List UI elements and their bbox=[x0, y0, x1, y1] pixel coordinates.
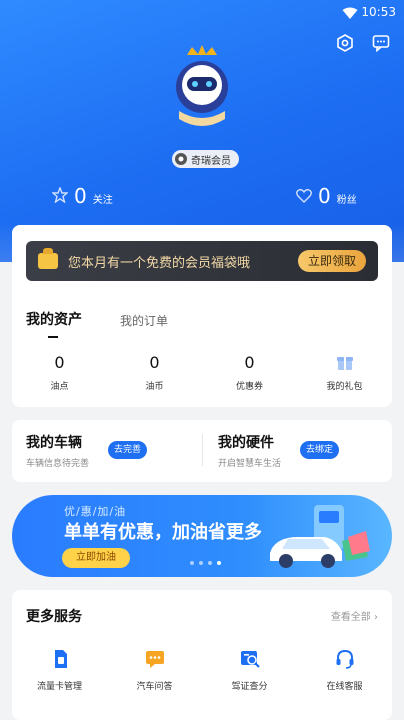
asset-value: 0 bbox=[244, 353, 255, 372]
gift-icon bbox=[297, 353, 392, 373]
asset-value: 0 bbox=[54, 353, 65, 372]
chevron-right-icon: › bbox=[374, 612, 378, 623]
bind-hardware-button[interactable]: 去绑定 bbox=[300, 441, 340, 459]
status-bar: 10:53 bbox=[0, 0, 404, 26]
fans-stat[interactable]: 0 粉丝 bbox=[296, 184, 357, 208]
status-time: 10:53 bbox=[361, 5, 396, 19]
tab-my-orders[interactable]: 我的订单 bbox=[120, 312, 168, 329]
service-label: 流量卡管理 bbox=[36, 682, 82, 692]
carousel-dot bbox=[208, 561, 212, 565]
carousel-dot bbox=[190, 561, 194, 565]
vehicle-hardware-card: 我的车辆 车辆信息待完善 去完善 我的硬件 开启智慧车生活 去绑定 bbox=[12, 420, 392, 482]
service-label: 驾证查分 bbox=[231, 682, 268, 692]
service-online-support[interactable]: 在线客服 bbox=[297, 648, 392, 692]
asset-coupons[interactable]: 0 优惠券 bbox=[202, 353, 297, 392]
view-all-link[interactable]: 查看全部 › bbox=[331, 608, 378, 623]
header-actions bbox=[334, 32, 392, 54]
my-vehicle-title: 我的车辆 bbox=[26, 435, 82, 451]
message-icon[interactable] bbox=[370, 32, 392, 54]
car-fuel-illustration bbox=[264, 501, 374, 573]
asset-gift-pack[interactable]: 我的礼包 bbox=[297, 353, 392, 392]
follow-label: 关注 bbox=[92, 195, 113, 206]
view-all-label: 查看全部 bbox=[330, 612, 371, 623]
gift-bag-banner[interactable]: 您本月有一个免费的会员福袋哦 立即领取 bbox=[26, 241, 378, 281]
my-hardware-section[interactable]: 我的硬件 开启智慧车生活 bbox=[218, 432, 281, 469]
wifi-icon bbox=[342, 5, 358, 24]
my-hardware-title: 我的硬件 bbox=[218, 435, 274, 451]
my-vehicle-section[interactable]: 我的车辆 车辆信息待完善 bbox=[26, 432, 89, 469]
carousel-dot bbox=[199, 561, 203, 565]
promo-headline: 单单有优惠，加油省更多 bbox=[64, 522, 262, 543]
settings-icon[interactable] bbox=[334, 32, 356, 54]
asset-oil-points[interactable]: 0 油点 bbox=[12, 353, 107, 392]
service-label: 汽车问答 bbox=[136, 682, 173, 692]
member-badge[interactable]: 奇瑞会员 bbox=[172, 150, 239, 168]
my-vehicle-sub: 车辆信息待完善 bbox=[26, 459, 90, 469]
fans-label: 粉丝 bbox=[336, 195, 357, 206]
card-divider bbox=[202, 434, 203, 466]
headset-icon bbox=[334, 648, 356, 670]
sim-card-icon bbox=[49, 648, 71, 670]
asset-label: 油币 bbox=[145, 382, 164, 392]
star-icon bbox=[51, 186, 69, 207]
assets-tabs: 我的资产 我的订单 bbox=[26, 309, 168, 338]
my-hardware-sub: 开启智慧车生活 bbox=[218, 459, 282, 469]
assets-items: 0 油点 0 油币 0 优惠券 我的礼包 bbox=[12, 353, 392, 392]
service-car-qa[interactable]: 汽车问答 bbox=[107, 648, 202, 692]
more-services-title: 更多服务 bbox=[26, 609, 82, 625]
user-avatar[interactable] bbox=[167, 45, 237, 130]
asset-label: 我的礼包 bbox=[326, 382, 363, 392]
carousel-dot-active bbox=[217, 561, 221, 565]
tab-my-assets[interactable]: 我的资产 bbox=[26, 309, 82, 338]
promo-tagline: 优/惠/加/油 bbox=[64, 505, 127, 518]
fans-count: 0 bbox=[318, 184, 331, 208]
follow-count: 0 bbox=[74, 184, 87, 208]
member-badge-label: 奇瑞会员 bbox=[191, 155, 231, 167]
asset-value: 0 bbox=[149, 353, 160, 372]
services-grid: 流量卡管理 汽车问答 驾证查分 在线客服 bbox=[12, 648, 392, 692]
badge-icon bbox=[175, 153, 187, 165]
refuel-promo-banner[interactable]: 优/惠/加/油 单单有优惠，加油省更多 立即加油 bbox=[12, 495, 392, 577]
more-services-card: 更多服务 查看全部 › 流量卡管理 汽车问答 驾证查分 在线客服 bbox=[12, 590, 392, 720]
complete-vehicle-button[interactable]: 去完善 bbox=[108, 441, 148, 459]
service-label: 在线客服 bbox=[326, 682, 363, 692]
refuel-now-button[interactable]: 立即加油 bbox=[62, 548, 130, 568]
claim-now-button[interactable]: 立即领取 bbox=[297, 250, 366, 272]
gift-bag-icon bbox=[38, 248, 58, 269]
heart-icon bbox=[296, 188, 312, 207]
follow-stat[interactable]: 0 关注 bbox=[51, 184, 113, 208]
license-search-icon bbox=[239, 648, 261, 670]
carousel-dots bbox=[190, 561, 221, 565]
asset-oil-coins[interactable]: 0 油币 bbox=[107, 353, 202, 392]
gift-bag-text: 您本月有一个免费的会员福袋哦 bbox=[68, 255, 251, 271]
asset-label: 优惠券 bbox=[235, 382, 263, 392]
service-license-score[interactable]: 驾证查分 bbox=[202, 648, 297, 692]
chat-icon bbox=[144, 648, 166, 670]
service-sim-card[interactable]: 流量卡管理 bbox=[12, 648, 107, 692]
asset-label: 油点 bbox=[50, 382, 69, 392]
